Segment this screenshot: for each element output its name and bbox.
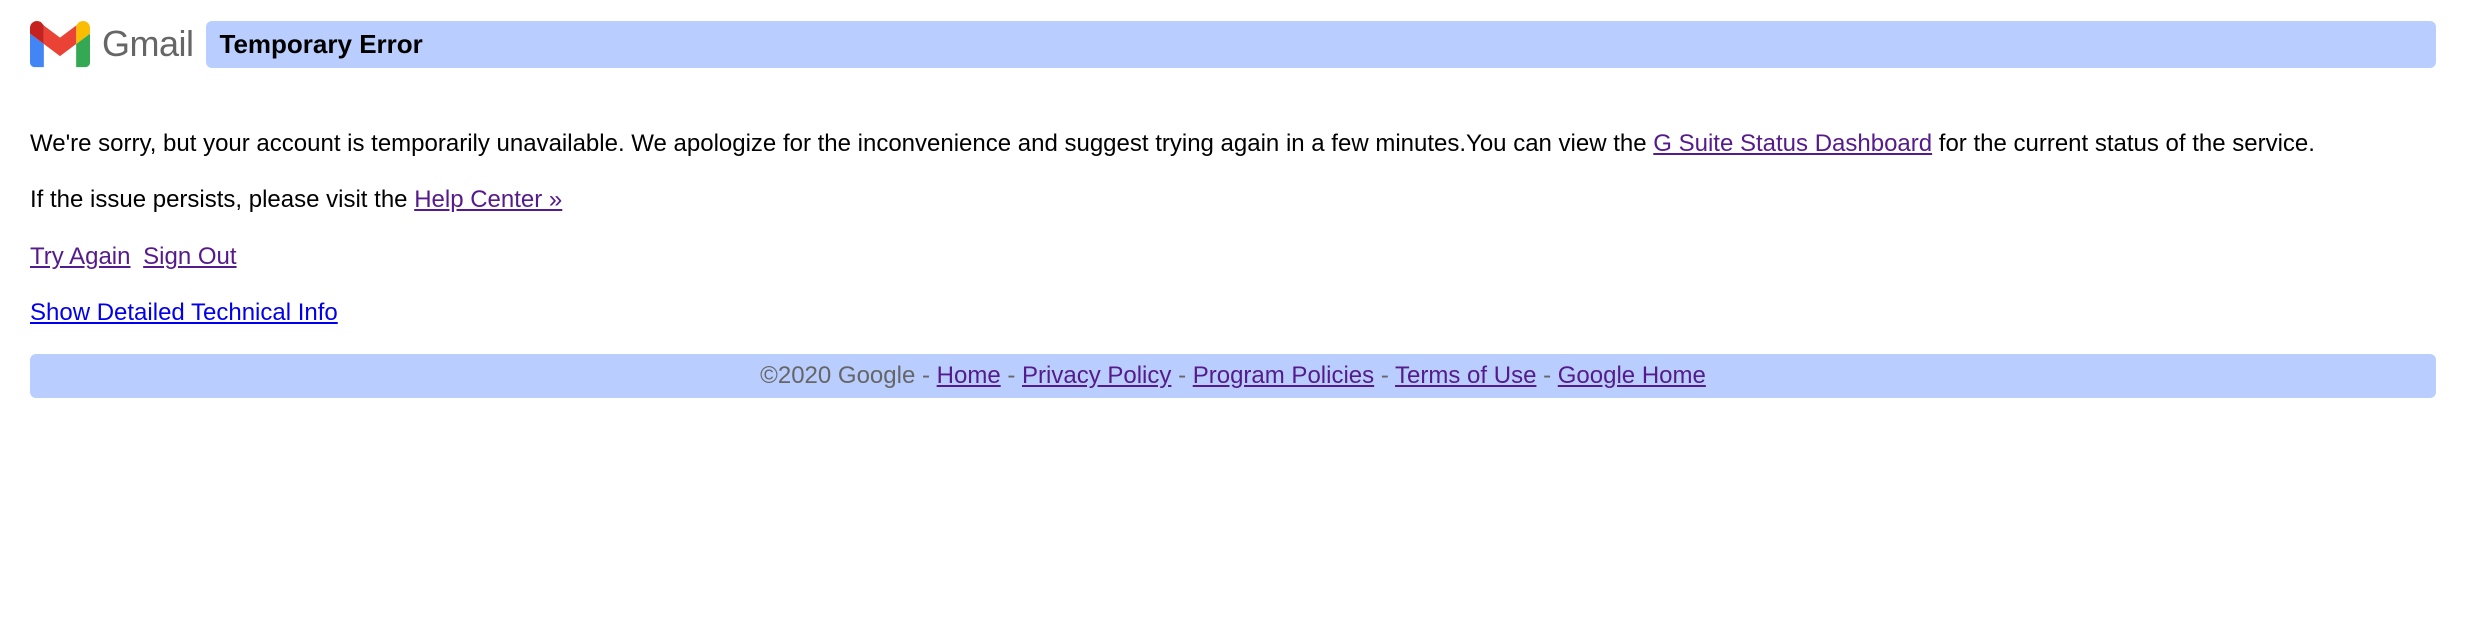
separator: - <box>1381 362 1395 389</box>
apology-text-prefix: We're sorry, but your account is tempora… <box>30 130 1653 157</box>
apology-text-suffix: for the current status of the service. <box>1932 130 2315 157</box>
separator: - <box>1178 362 1193 389</box>
help-center-link[interactable]: Help Center » <box>414 186 562 213</box>
footer-home-link[interactable]: Home <box>937 362 1001 389</box>
error-title-banner: Temporary Error <box>206 21 2436 68</box>
gmail-wordmark: Gmail <box>102 23 194 65</box>
footer-google-home-link[interactable]: Google Home <box>1558 362 1706 389</box>
error-content: We're sorry, but your account is tempora… <box>30 128 2436 330</box>
tech-info-paragraph: Show Detailed Technical Info <box>30 297 2436 329</box>
separator: - <box>922 362 937 389</box>
show-tech-info-link[interactable]: Show Detailed Technical Info <box>30 299 338 326</box>
action-links: Try Again Sign Out <box>30 241 2436 273</box>
footer-privacy-link[interactable]: Privacy Policy <box>1022 362 1171 389</box>
footer-program-link[interactable]: Program Policies <box>1193 362 1374 389</box>
footer: ©2020 Google - Home - Privacy Policy - P… <box>30 354 2436 398</box>
persist-paragraph: If the issue persists, please visit the … <box>30 184 2436 216</box>
status-dashboard-link[interactable]: G Suite Status Dashboard <box>1653 130 1932 157</box>
separator: - <box>1007 362 1022 389</box>
apology-paragraph: We're sorry, but your account is tempora… <box>30 128 2436 160</box>
copyright-text: ©2020 Google <box>760 362 915 389</box>
gmail-logo: Gmail <box>30 20 194 68</box>
header: Gmail Temporary Error <box>30 20 2436 68</box>
try-again-link[interactable]: Try Again <box>30 243 131 270</box>
separator: - <box>1543 362 1558 389</box>
persist-text-prefix: If the issue persists, please visit the <box>30 186 414 213</box>
gmail-m-icon <box>30 20 90 68</box>
footer-terms-link[interactable]: Terms of Use <box>1395 362 1536 389</box>
sign-out-link[interactable]: Sign Out <box>143 243 236 270</box>
